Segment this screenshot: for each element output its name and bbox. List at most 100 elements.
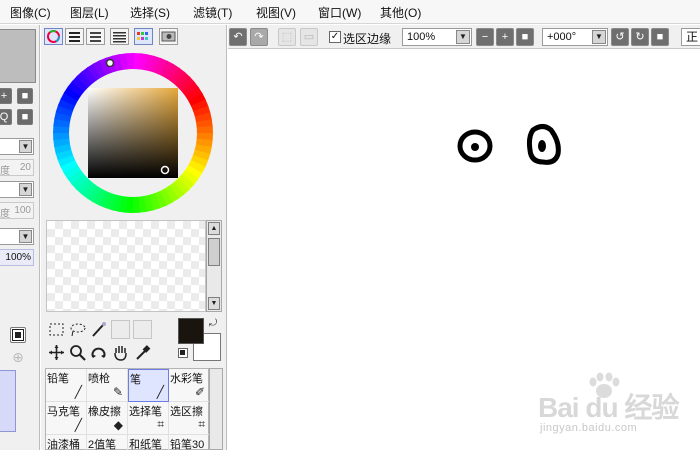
swatches-mode-button[interactable] — [134, 28, 153, 45]
menu-window[interactable]: 窗口(W) — [318, 4, 361, 21]
right-eye-stroke — [526, 124, 561, 165]
hue-segment[interactable] — [126, 53, 135, 70]
color-wheel-mode-button[interactable] — [44, 28, 63, 45]
zoom-tool[interactable] — [68, 343, 87, 362]
hand-tool[interactable] — [111, 343, 130, 362]
deselect-button[interactable]: ⬚ — [278, 28, 296, 46]
scratchpad-mode-button[interactable] — [159, 28, 178, 45]
scratchpad-area[interactable] — [46, 220, 206, 312]
menu-image[interactable]: 图像(C) — [10, 4, 51, 21]
select-eraser-icon: ⌗ — [198, 417, 205, 431]
brush-select-pen[interactable]: 选择笔 ⌗ — [128, 402, 169, 435]
scroll-down-icon[interactable]: ▼ — [208, 297, 220, 310]
canvas-toolbar: ↶ ↷ ⬚ ▭ ✓ 选区边缘 100% ▼ − + ■ +000° ▼ ↺ ↻ … — [228, 25, 700, 49]
hsv-slider-mode-button[interactable] — [86, 28, 105, 45]
brush-airbrush[interactable]: 喷枪 ✎ — [87, 369, 128, 402]
blend-mode-select[interactable]: ▼ — [0, 138, 34, 155]
brush-bucket[interactable]: 油漆桶 — [46, 435, 87, 450]
density-field[interactable]: 度 20 — [0, 159, 34, 177]
magic-wand-tool[interactable] — [89, 320, 108, 339]
layer-opacity[interactable]: 100% — [0, 249, 34, 266]
shape-select[interactable]: ▼ — [0, 181, 34, 198]
move-tool[interactable] — [47, 343, 66, 362]
menu-filter[interactable]: 滤镜(T) — [193, 4, 232, 21]
brush-watercolor[interactable]: 水彩笔 ✐ — [169, 369, 210, 402]
invert-selection-button[interactable]: ▭ — [300, 28, 318, 46]
scratchpad-scrollbar[interactable]: ▲ ▼ — [206, 220, 222, 312]
selected-layer[interactable] — [0, 370, 16, 432]
layer-mask-button[interactable] — [10, 327, 26, 343]
hand-icon — [114, 346, 127, 361]
menu-other[interactable]: 其他(O) — [380, 4, 421, 21]
hue-segment[interactable] — [53, 131, 70, 140]
add-button[interactable]: + — [0, 88, 12, 104]
marker-icon: ╱ — [74, 418, 82, 432]
scroll-up-icon[interactable]: ▲ — [208, 222, 220, 235]
flip-select[interactable]: 正 — [681, 28, 700, 46]
hue-marker[interactable] — [105, 58, 115, 68]
undo-icon: ↶ — [233, 31, 243, 43]
color-wheel[interactable] — [51, 51, 215, 215]
navigator-preview[interactable] — [0, 29, 36, 83]
square-icon — [12, 329, 24, 341]
brush-eraser[interactable]: 橡皮擦 ◆ — [87, 402, 128, 435]
brush-pen[interactable]: 笔 ╱ — [128, 369, 169, 402]
scroll-thumb[interactable] — [208, 238, 220, 266]
stop-button[interactable]: ■ — [17, 109, 33, 125]
check-icon: ✓ — [330, 31, 340, 42]
zoom-reset-button[interactable]: ■ — [516, 28, 534, 46]
selection-edge-label: 选区边缘 — [343, 32, 392, 46]
brush-pencil30[interactable]: 铅笔30 — [169, 435, 210, 450]
rect-select-icon — [49, 323, 64, 336]
scratchpad-icon — [161, 31, 176, 42]
hue-segment[interactable] — [196, 126, 213, 135]
new-layer-icon[interactable]: ⊕ — [10, 349, 26, 365]
rect-select-tool[interactable] — [47, 320, 66, 339]
rotation-select[interactable]: +000° ▼ — [542, 28, 608, 46]
reset-colors-icon[interactable] — [178, 348, 188, 358]
brush-marker[interactable]: 马克笔 ╱ — [46, 402, 87, 435]
density-label: 度 — [0, 166, 10, 177]
menu-layer[interactable]: 图层(L) — [70, 4, 109, 21]
zoom-in-button[interactable]: + — [496, 28, 514, 46]
min-density-field[interactable]: 度 100 — [0, 202, 34, 220]
rotate-cw-icon: ↻ — [635, 31, 645, 43]
chevron-down-icon: ▼ — [19, 183, 32, 196]
layer-blend-select[interactable]: ▼ — [0, 228, 34, 245]
brush-pencil[interactable]: 铅笔 ╱ — [46, 369, 87, 402]
square-button[interactable]: ■ — [17, 88, 33, 104]
zoom-out-button[interactable]: − — [476, 28, 494, 46]
brush-select-eraser[interactable]: 选区擦 ⌗ — [169, 402, 210, 435]
brush-binary-pen[interactable]: 2值笔 — [87, 435, 128, 450]
eyedropper-tool[interactable] — [133, 343, 152, 362]
mixer-mode-button[interactable] — [110, 28, 129, 45]
deselect-icon: ⬚ — [281, 31, 293, 43]
rotate-tool[interactable] — [89, 343, 108, 362]
brush-label: 喷枪 — [88, 373, 110, 385]
zoom-select[interactable]: 100% ▼ — [402, 28, 472, 46]
brush-label: 橡皮擦 — [88, 406, 121, 418]
eyedropper-icon — [136, 345, 151, 360]
watermark: Bai du 经验 jingyan.baidu.com — [520, 372, 695, 442]
rotate-left-button[interactable]: ↺ — [611, 28, 629, 46]
density-value: 20 — [19, 162, 31, 173]
swap-colors-icon[interactable]: ⤾ — [207, 318, 219, 330]
brush-label: 铅笔30 — [170, 439, 205, 450]
hue-segment[interactable] — [131, 196, 140, 213]
left-panel: + ■ Q ■ ▼ 度 20 ▼ 度 100 ▼ 100% ⊕ — [0, 25, 40, 450]
undo-button[interactable]: ↶ — [229, 28, 247, 46]
zoom-value: 100% — [407, 31, 436, 43]
menu-view[interactable]: 视图(V) — [256, 4, 296, 21]
menu-select[interactable]: 选择(S) — [130, 4, 170, 21]
rgb-slider-mode-button[interactable] — [65, 28, 84, 45]
zoom-button[interactable]: Q — [0, 109, 12, 125]
brush-washi-pen[interactable]: 和纸笔 — [128, 435, 169, 450]
selection-edge-checkbox[interactable]: ✓ — [329, 31, 341, 43]
brush-grid-scrollbar[interactable] — [209, 368, 223, 450]
lasso-tool[interactable] — [68, 320, 87, 339]
rotate-right-button[interactable]: ↻ — [631, 28, 649, 46]
foreground-color[interactable] — [178, 318, 204, 344]
redo-button[interactable]: ↷ — [250, 28, 268, 46]
pen-icon: ╱ — [156, 385, 164, 399]
rotate-reset-button[interactable]: ■ — [651, 28, 669, 46]
